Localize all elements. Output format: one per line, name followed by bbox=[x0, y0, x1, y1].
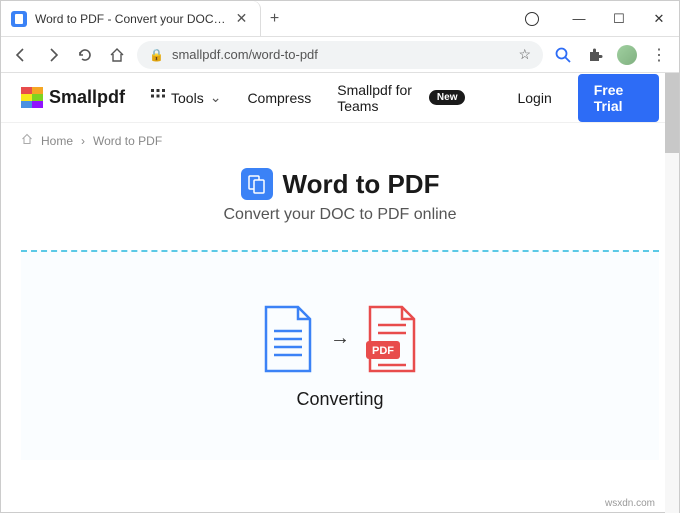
maximize-button[interactable]: ☐ bbox=[599, 11, 639, 27]
address-bar[interactable]: 🔒 smallpdf.com/word-to-pdf ☆ bbox=[137, 41, 543, 69]
home-button[interactable] bbox=[105, 43, 129, 67]
reload-button[interactable] bbox=[73, 43, 97, 67]
tab-title: Word to PDF - Convert your DOC… bbox=[35, 12, 226, 26]
svg-text:PDF: PDF bbox=[372, 345, 394, 357]
forward-button[interactable] bbox=[41, 43, 65, 67]
browser-tab[interactable]: Word to PDF - Convert your DOC… ✕ bbox=[1, 1, 261, 36]
url-text: smallpdf.com/word-to-pdf bbox=[172, 47, 510, 62]
nav-tools-label: Tools bbox=[171, 90, 204, 106]
nav-compress[interactable]: Compress bbox=[247, 90, 311, 106]
breadcrumb-sep: › bbox=[81, 134, 85, 148]
free-trial-button[interactable]: Free Trial bbox=[578, 74, 659, 122]
new-badge: New bbox=[429, 90, 466, 105]
convert-dropzone[interactable]: → PDF Converting bbox=[21, 250, 659, 460]
window-titlebar: Word to PDF - Convert your DOC… ✕ + — ☐ … bbox=[1, 1, 679, 37]
brand-name: Smallpdf bbox=[49, 87, 125, 108]
window-controls: — ☐ ✕ bbox=[525, 1, 679, 36]
pdf-file-icon: PDF bbox=[362, 303, 422, 375]
minimize-button[interactable]: — bbox=[559, 11, 599, 26]
chevron-down-icon: ⌄ bbox=[210, 89, 222, 106]
profile-avatar[interactable] bbox=[615, 43, 639, 67]
logo-mark-icon bbox=[21, 87, 43, 109]
site-header: Smallpdf Tools ⌄ Compress Smallpdf for T… bbox=[1, 73, 679, 123]
brand-logo[interactable]: Smallpdf bbox=[21, 87, 125, 109]
search-icon[interactable] bbox=[551, 43, 575, 67]
grid-icon bbox=[151, 89, 165, 106]
convert-status: Converting bbox=[296, 389, 383, 410]
word-to-pdf-icon bbox=[241, 168, 273, 200]
nav-teams[interactable]: Smallpdf for Teams New bbox=[337, 82, 465, 114]
breadcrumb: Home › Word to PDF bbox=[1, 123, 679, 158]
scrollbar-thumb[interactable] bbox=[665, 73, 679, 153]
arrow-right-icon: → bbox=[330, 327, 350, 350]
tab-close-icon[interactable]: ✕ bbox=[234, 11, 250, 27]
nav-login-label: Login bbox=[517, 90, 551, 106]
lock-icon: 🔒 bbox=[149, 48, 164, 62]
back-button[interactable] bbox=[9, 43, 33, 67]
nav-teams-label: Smallpdf for Teams bbox=[337, 82, 423, 114]
new-tab-button[interactable]: + bbox=[261, 1, 289, 36]
extensions-icon[interactable] bbox=[583, 43, 607, 67]
convert-graphic: → PDF bbox=[258, 303, 422, 375]
menu-icon[interactable]: ⋮ bbox=[647, 43, 671, 67]
watermark: wsxdn.com bbox=[605, 498, 655, 509]
account-circle-icon[interactable] bbox=[525, 12, 539, 26]
close-window-button[interactable]: ✕ bbox=[639, 11, 679, 27]
doc-file-icon bbox=[258, 303, 318, 375]
breadcrumb-current: Word to PDF bbox=[93, 134, 162, 148]
page-title: Word to PDF bbox=[283, 169, 440, 200]
bookmark-star-icon[interactable]: ☆ bbox=[518, 46, 531, 63]
breadcrumb-home[interactable]: Home bbox=[41, 134, 73, 148]
scrollbar[interactable] bbox=[665, 73, 679, 513]
hero: Word to PDF Convert your DOC to PDF onli… bbox=[1, 158, 679, 240]
page-subtitle: Convert your DOC to PDF online bbox=[1, 206, 679, 224]
browser-toolbar: 🔒 smallpdf.com/word-to-pdf ☆ ⋮ bbox=[1, 37, 679, 73]
nav-compress-label: Compress bbox=[247, 90, 311, 106]
page-content: Smallpdf Tools ⌄ Compress Smallpdf for T… bbox=[1, 73, 679, 513]
nav-login[interactable]: Login bbox=[517, 90, 551, 106]
home-icon bbox=[21, 133, 33, 148]
nav-tools[interactable]: Tools ⌄ bbox=[151, 89, 221, 106]
tab-favicon-icon bbox=[11, 11, 27, 27]
